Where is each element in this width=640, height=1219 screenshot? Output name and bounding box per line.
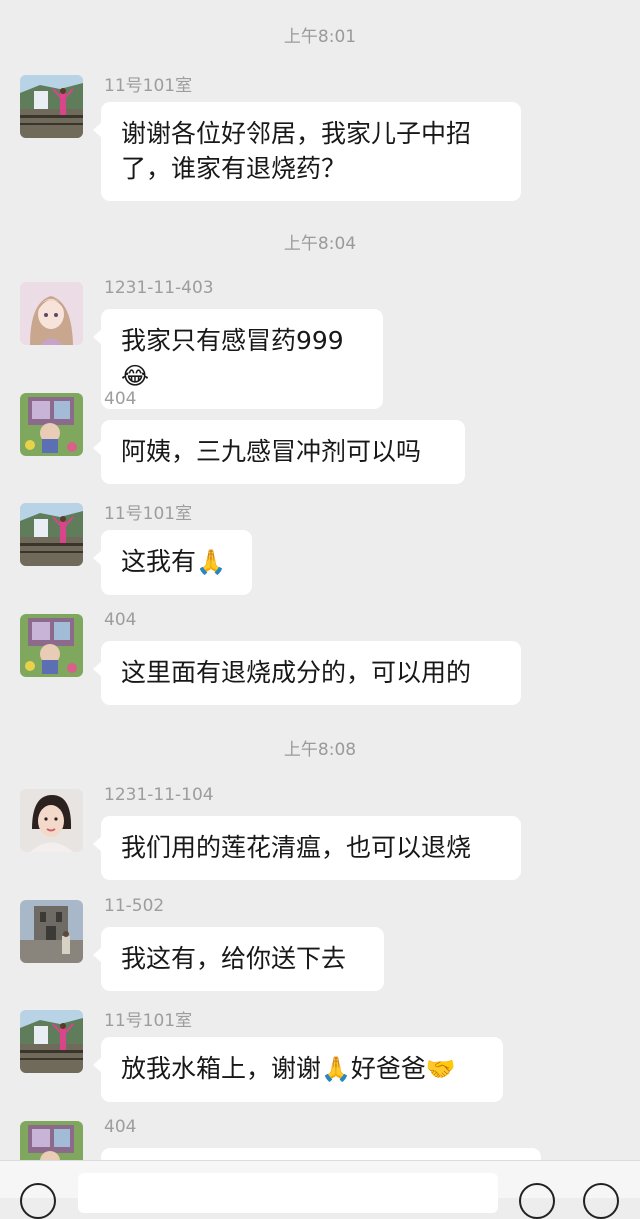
sender-name: 11号101室	[104, 1011, 193, 1031]
message-bubble[interactable]: 我们用的莲花清瘟，也可以退烧	[93, 816, 521, 880]
timestamp: 上午8:04	[283, 234, 357, 254]
message-text: 我们用的莲花清瘟，也可以退烧	[121, 833, 472, 862]
avatar-waterfall[interactable]	[20, 1010, 83, 1073]
waterfall-avatar-image	[20, 503, 83, 566]
timestamp: 上午8:01	[283, 27, 357, 47]
handshake-emoji-icon: 🤝	[425, 1055, 456, 1083]
message-text: 我这有，给你送下去	[121, 944, 347, 973]
anime-girl-avatar-image	[20, 282, 83, 345]
voice-icon[interactable]	[20, 1183, 56, 1219]
waterfall-avatar-image	[20, 1010, 83, 1073]
ruins-photo-avatar-image	[20, 900, 83, 963]
message-bubble[interactable]: 谢谢各位好邻居，我家儿子中招 了，谁家有退烧药？	[93, 102, 521, 201]
woman-portrait-avatar-image	[20, 789, 83, 852]
sender-name: 11号101室	[104, 504, 193, 524]
message-text: 好爸爸	[350, 1054, 426, 1083]
emoji-icon[interactable]	[519, 1183, 555, 1219]
sender-name: 404	[104, 389, 137, 409]
avatar-waterfall[interactable]	[20, 503, 83, 566]
message-text: 放我水箱上，谢谢	[121, 1054, 322, 1083]
message-bubble[interactable]: 我家只有感冒药999😂	[93, 309, 383, 409]
input-bar	[0, 1160, 640, 1219]
message-bubble[interactable]: 阿姨，三九感冒冲剂可以吗	[93, 420, 465, 484]
message-bubble[interactable]: 放我水箱上，谢谢🙏好爸爸🤝	[93, 1037, 503, 1102]
avatar-garden-doll[interactable]	[20, 614, 83, 677]
message-text: 谢谢各位好邻居，我家儿子中招	[121, 119, 472, 148]
message-text: 阿姨，三九感冒冲剂可以吗	[121, 437, 422, 466]
sender-name: 404	[104, 1117, 137, 1137]
message-input[interactable]	[78, 1173, 498, 1213]
sender-name: 404	[104, 610, 137, 630]
message-bubble[interactable]	[101, 1148, 541, 1160]
waterfall-avatar-image	[20, 75, 83, 138]
message-text: 这我有	[121, 547, 197, 576]
avatar-anime-girl[interactable]	[20, 282, 83, 345]
chat-area: 上午8:01 11号101室 谢谢各位好邻居，我家儿子中招 了，谁家有退烧药？ …	[0, 0, 640, 1160]
garden-doll-avatar-image	[20, 393, 83, 456]
sender-name: 1231-11-104	[104, 785, 214, 805]
message-text: 我家只有感冒药999	[121, 326, 344, 355]
avatar-garden-doll[interactable]	[20, 1121, 83, 1160]
garden-doll-avatar-image	[20, 614, 83, 677]
message-bubble[interactable]: 这里面有退烧成分的，可以用的	[93, 641, 521, 705]
folded-hands-emoji-icon: 🙏	[321, 1055, 351, 1083]
avatar-ruins-photo[interactable]	[20, 900, 83, 963]
timestamp: 上午8:08	[283, 740, 357, 760]
folded-hands-emoji-icon: 🙏	[196, 548, 226, 576]
message-text: 这里面有退烧成分的，可以用的	[121, 658, 472, 687]
avatar-waterfall[interactable]	[20, 75, 83, 138]
avatar-garden-doll[interactable]	[20, 393, 83, 456]
garden-doll-avatar-image	[20, 1121, 83, 1160]
message-text: 了，谁家有退烧药？	[121, 154, 347, 183]
message-bubble[interactable]: 我这有，给你送下去	[93, 927, 384, 991]
sender-name: 1231-11-403	[104, 278, 214, 298]
plus-icon[interactable]	[583, 1183, 619, 1219]
sender-name: 11-502	[104, 896, 165, 916]
message-bubble[interactable]: 这我有🙏	[93, 530, 252, 595]
sender-name: 11号101室	[104, 76, 193, 96]
avatar-woman-portrait[interactable]	[20, 789, 83, 852]
